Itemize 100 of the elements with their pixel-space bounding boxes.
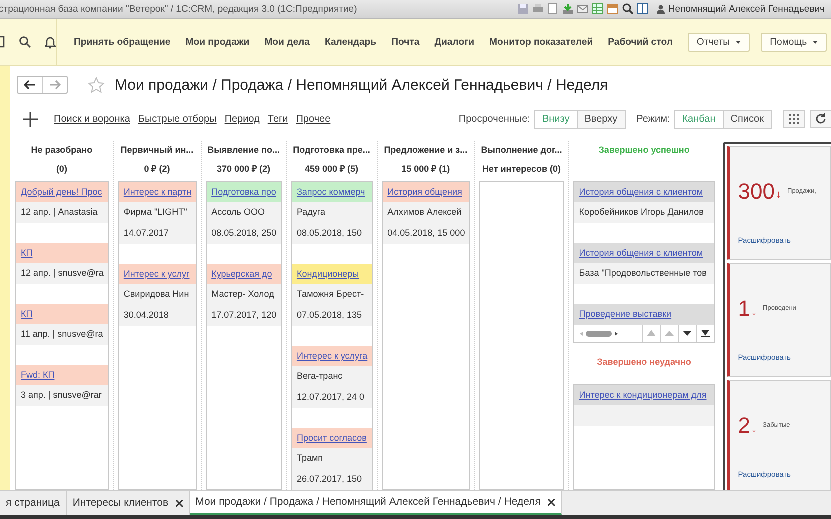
card-text: 17.07.2017, 120 [206, 305, 281, 326]
card-text: 12 апр. | snusve@ra [16, 263, 108, 284]
column-title: Выполнение дог... [480, 144, 564, 157]
column-total: 15 000 ₽ (1) [400, 163, 452, 176]
grid-icon [788, 113, 800, 125]
tab[interactable]: я страница [0, 491, 67, 515]
toggle-button[interactable]: Вверху [578, 110, 626, 128]
last-icon [701, 330, 710, 337]
caret-icon [736, 40, 742, 44]
grid-button[interactable] [783, 110, 805, 128]
nav-item[interactable]: Монитор показателей [489, 36, 594, 48]
scrollbar-thumb[interactable] [586, 330, 612, 336]
card-text: 14.07.2017 [118, 223, 196, 244]
card-text: Вега-транс [292, 366, 372, 387]
card-title-link[interactable]: КП [16, 243, 108, 263]
card-title-link[interactable]: Fwd: КП [16, 365, 108, 385]
card-title-link[interactable]: Интерес к услуг [118, 264, 196, 284]
card-title-link[interactable]: История общения с клиентом [574, 182, 714, 202]
close-icon[interactable] [548, 498, 555, 506]
nav-item[interactable]: Почта [392, 36, 420, 48]
card-title-link[interactable]: Интерес к услуга [292, 346, 372, 366]
column-total: 370 000 ₽ (2) [216, 163, 272, 176]
card-text: Таможня Брест- [292, 284, 372, 305]
nav-item[interactable]: Рабочий стол [608, 36, 673, 48]
page-icon[interactable] [0, 36, 5, 48]
tab[interactable]: Мои продажи / Продажа / Непомнящий Алексей Геннадьевич / Неделя [190, 491, 562, 515]
refresh-button[interactable] [810, 110, 831, 128]
menu-button[interactable]: Помощь [761, 32, 828, 52]
card-text: База "Продовольственные тов [574, 263, 714, 284]
card-title-link[interactable]: История общения [382, 182, 470, 202]
filter-link[interactable]: Теги [268, 114, 288, 124]
column-title: Подготовка пре... [292, 144, 372, 157]
filter-link[interactable]: Поиск и воронка [54, 114, 130, 124]
indicator-value: 2 [738, 412, 751, 438]
card-title-link[interactable]: Проведение выставки [574, 304, 714, 324]
card-text: 04.05.2018, 15 000 [382, 223, 470, 244]
card-text: Алхимов Алексей [382, 202, 470, 223]
nav-item[interactable]: Диалоги [434, 36, 474, 48]
card-text: 12 апр. | Anastasia [16, 202, 108, 223]
scroll-right-icon[interactable] [612, 330, 620, 338]
card-title-link[interactable]: Подготовка про [206, 182, 281, 202]
nav-item[interactable]: Принять обращение [74, 36, 171, 48]
filter-link[interactable]: Прочее [296, 114, 331, 124]
menu-button[interactable]: Отчеты [688, 32, 750, 52]
user-name[interactable]: Непомнящий Алексей Геннадьевич [657, 4, 825, 14]
trend-arrow: ↓ [776, 188, 782, 200]
group-title: Завершено неудачно [596, 356, 692, 369]
column-title: Предложение и з... [383, 144, 469, 157]
trend-arrow: ↓ [752, 422, 758, 434]
card-text: 26.07.2017, 150 [292, 469, 372, 490]
first-icon [647, 330, 656, 337]
close-icon[interactable] [176, 500, 183, 506]
column-title: Выявление по... [206, 144, 281, 157]
add-icon[interactable] [23, 112, 38, 126]
filter-link[interactable]: Период [224, 114, 260, 124]
panels-icon[interactable] [637, 3, 650, 15]
card-text: Радуга [292, 202, 372, 223]
column-total: (0) [55, 163, 68, 176]
nav-item[interactable]: Календарь [324, 36, 377, 48]
card-text: 12.07.2017, 24 0 [292, 387, 372, 408]
card-title-link[interactable]: Добрый день! Прос [16, 182, 108, 202]
table-icon[interactable] [592, 3, 604, 15]
card-title-link[interactable]: Запрос коммерч [292, 182, 372, 202]
card-title-link[interactable]: Интерес к партн [118, 182, 196, 202]
document-icon[interactable] [547, 3, 560, 15]
column-title: Первичный ин... [120, 144, 195, 157]
card-title-link[interactable]: История общения с клиентом [574, 243, 714, 263]
filter-link[interactable]: Быстрые отборы [138, 114, 217, 124]
person-icon [657, 4, 666, 14]
indicator-value: 300 [738, 178, 776, 204]
card-title-link[interactable]: Кондиционеры [292, 264, 372, 284]
caret-icon [813, 40, 818, 44]
card-text: Трамп [292, 448, 372, 469]
down-icon [683, 331, 692, 336]
toggle-button[interactable]: Внизу [534, 110, 578, 128]
card-text: 11 апр. | snusve@ra [16, 324, 108, 345]
search-icon[interactable] [19, 36, 31, 48]
column-total: Нет интересов (0) [481, 163, 562, 176]
nav-item[interactable]: Мои дела [264, 36, 310, 48]
refresh-icon [815, 113, 827, 125]
card-title-link[interactable]: Курьерская до [206, 264, 281, 284]
nav-item[interactable]: Мои продажи [186, 36, 250, 48]
field-label: Режим: [636, 114, 670, 124]
card-text: 07.05.2018, 135 [292, 305, 372, 326]
bell-icon[interactable] [45, 36, 56, 48]
group-title: Завершено успешно [598, 144, 691, 157]
card-text: 08.05.2018, 150 [292, 223, 372, 244]
card-text: 3 апр. | snusve@rar [16, 385, 108, 406]
card-text: Коробейников Игорь Данилов [574, 202, 714, 223]
envelope-icon[interactable] [577, 3, 590, 15]
toggle-button[interactable]: Список [724, 110, 772, 128]
card-text: Свиридова Нин [118, 284, 196, 305]
toggle-button[interactable]: Канбан [674, 110, 724, 128]
card-title-link[interactable]: КП [16, 304, 108, 324]
card-title-link[interactable]: Просит согласов [292, 428, 372, 448]
star-icon[interactable] [88, 76, 105, 94]
download-icon[interactable] [562, 3, 574, 15]
card-title-link[interactable]: Интерес к кондиционерам для [574, 385, 714, 405]
magnifier-icon[interactable] [622, 3, 634, 15]
card-text: Фирма "LIGHT" [118, 202, 196, 223]
